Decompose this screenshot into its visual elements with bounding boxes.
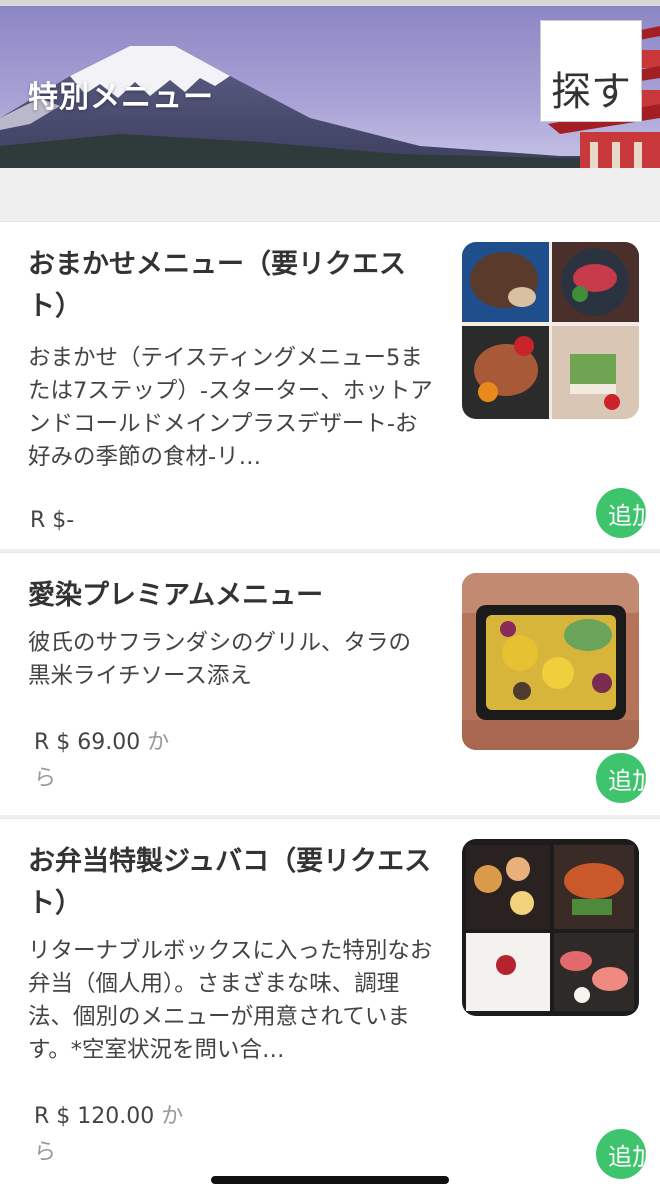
header-banner: 特別メニュー 探す (0, 6, 660, 168)
menu-item-price-value: R $ 69.00 (34, 730, 141, 755)
menu-item-image (462, 839, 639, 1016)
menu-item-title: お弁当特製ジュバコ（要リクエスト） (28, 846, 432, 919)
menu-item-card[interactable]: おまかせメニュー（要リクエスト） おまかせ（テイスティングメニュー5または7ステ… (0, 221, 660, 549)
menu-item-card[interactable]: 愛染プレミアムメニュー 彼氏のサフランダシのグリル、タラの黒米ライチソース添え … (0, 552, 660, 815)
section-spacer (0, 168, 660, 220)
page-title: 特別メニュー (28, 80, 214, 115)
menu-item-title: おまかせメニュー（要リクエスト） (28, 249, 406, 322)
add-to-cart-button[interactable]: 追加 (596, 488, 646, 538)
home-indicator (211, 1176, 449, 1184)
menu-item-image (462, 242, 639, 419)
add-to-cart-button[interactable]: 追加 (596, 1129, 646, 1179)
menu-item-description: リターナブルボックスに入った特別なお弁当（個人用）。さまざまな味、調理法、個別の… (28, 938, 433, 1063)
search-button[interactable]: 探す (540, 20, 642, 122)
add-to-cart-button[interactable]: 追加 (596, 753, 646, 803)
menu-item-description: 彼氏のサフランダシのグリル、タラの黒米ライチソース添え (28, 630, 411, 689)
menu-item-card[interactable]: お弁当特製ジュバコ（要リクエスト） リターナブルボックスに入った特別なお弁当（個… (0, 818, 660, 1200)
menu-item-price: R $ 69.00 から (34, 725, 184, 797)
menu-item-title: 愛染プレミアムメニュー (28, 580, 324, 611)
menu-item-price-value: R $ 120.00 (34, 1104, 155, 1129)
menu-item-price: R $- (30, 508, 75, 533)
menu-item-description: おまかせ（テイスティングメニュー5または7ステップ）-スターター、ホットアンドコ… (28, 345, 433, 470)
menu-item-price: R $ 120.00 から (34, 1099, 184, 1171)
menu-item-image (462, 573, 639, 750)
